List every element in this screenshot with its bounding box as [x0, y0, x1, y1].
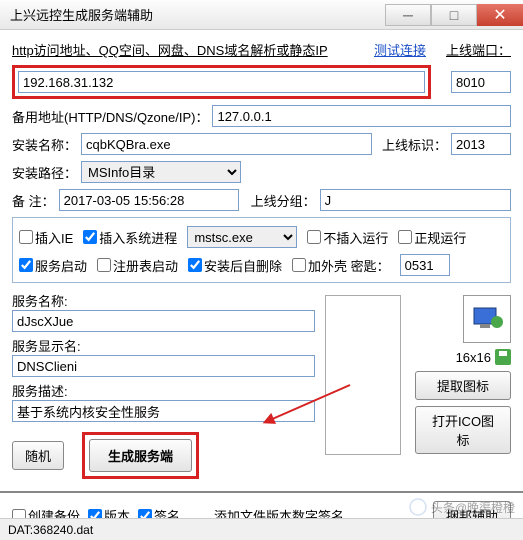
icon-size-label: 16x16	[456, 350, 491, 365]
online-id-input[interactable]	[451, 133, 511, 155]
random-button[interactable]: 随机	[12, 441, 64, 470]
shell-key-checkbox[interactable]: 加外壳 密匙：	[292, 256, 390, 275]
save-icon[interactable]	[495, 349, 511, 365]
install-path-label: 安装路径：	[12, 163, 77, 182]
open-ico-button[interactable]: 打开ICO图标	[415, 406, 511, 454]
status-text: DAT:368240.dat	[8, 523, 93, 537]
remark-input[interactable]	[59, 189, 239, 211]
service-name-input[interactable]	[12, 310, 315, 332]
online-group-label: 上线分组：	[251, 191, 316, 210]
online-group-input[interactable]	[320, 189, 511, 211]
service-desc-input[interactable]	[12, 400, 315, 422]
maximize-button[interactable]: □	[431, 4, 477, 26]
service-display-input[interactable]	[12, 355, 315, 377]
svc-start-checkbox[interactable]: 服务启动	[19, 256, 87, 275]
statusbar: DAT:368240.dat	[0, 518, 523, 540]
insert-ie-checkbox[interactable]: 插入IE	[19, 228, 73, 247]
generate-button[interactable]: 生成服务端	[89, 439, 192, 472]
titlebar: 上兴远控生成服务端辅助 ─ □ ✕	[0, 0, 523, 30]
service-name-label: 服务名称:	[12, 291, 315, 310]
proc-name-select[interactable]: mstsc.exe	[187, 226, 297, 248]
main-address-input[interactable]	[18, 71, 425, 93]
service-display-label: 服务显示名:	[12, 336, 315, 355]
window-title: 上兴远控生成服务端辅助	[10, 5, 153, 24]
backup-address-input[interactable]	[212, 105, 511, 127]
install-path-select[interactable]: MSInfo目录	[81, 161, 241, 183]
test-connection-link[interactable]: 测试连接	[374, 40, 426, 59]
minimize-button[interactable]: ─	[385, 4, 431, 26]
insert-proc-checkbox[interactable]: 插入系统进程	[83, 228, 177, 247]
service-desc-label: 服务描述:	[12, 381, 315, 400]
reg-start-checkbox[interactable]: 注册表启动	[97, 256, 178, 275]
install-name-label: 安装名称：	[12, 135, 77, 154]
http-label: http访问地址、QQ空间、网盘、DNS域名解析或静态IP	[12, 40, 328, 59]
watermark: 头条@晚渠橙橙	[409, 498, 515, 516]
del-after-install-checkbox[interactable]: 安装后自删除	[188, 256, 282, 275]
online-id-label: 上线标识：	[382, 135, 447, 154]
normal-run-checkbox[interactable]: 正规运行	[398, 228, 466, 247]
port-label: 上线端口：	[446, 40, 511, 59]
icon-preview-large	[325, 295, 401, 455]
install-name-input[interactable]	[81, 133, 372, 155]
shell-key-input[interactable]	[400, 254, 450, 276]
port-input[interactable]	[451, 71, 511, 93]
no-insert-run-checkbox[interactable]: 不插入运行	[307, 228, 388, 247]
backup-label: 备用地址(HTTP/DNS/Qzone/IP)：	[12, 107, 208, 126]
monitor-icon	[470, 302, 504, 336]
close-button[interactable]: ✕	[477, 4, 523, 26]
remark-label: 备 注：	[12, 191, 55, 210]
icon-preview	[463, 295, 511, 343]
options-group: 插入IE 插入系统进程 mstsc.exe 不插入运行 正规运行 服务启动 注册…	[12, 217, 511, 283]
extract-icon-button[interactable]: 提取图标	[415, 371, 511, 400]
